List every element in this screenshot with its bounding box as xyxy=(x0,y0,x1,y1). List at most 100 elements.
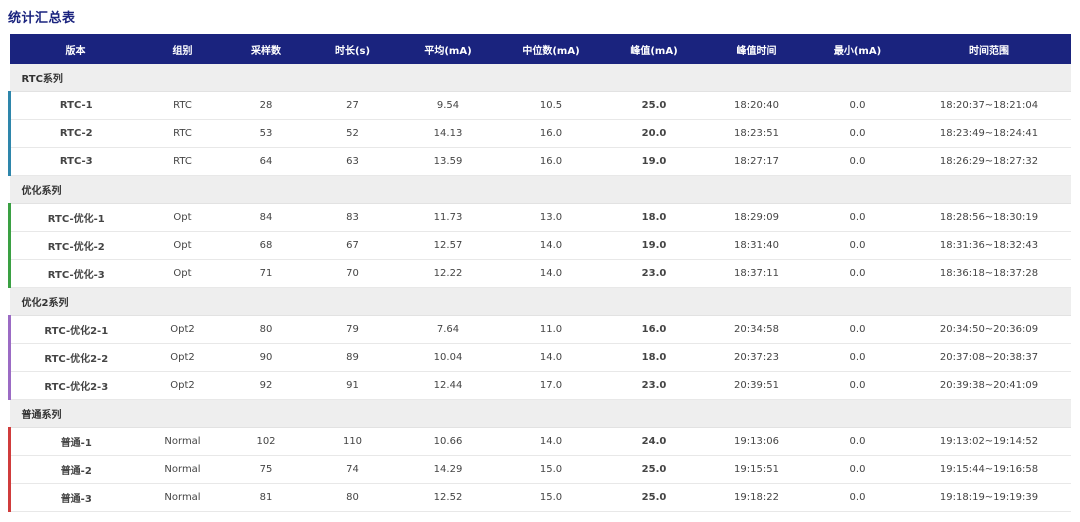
cell-median: 15.0 xyxy=(499,455,603,484)
group-header-row: 优化2系列 xyxy=(9,287,1071,316)
col-header-duration[interactable]: 时长(s) xyxy=(308,34,397,64)
cell-range: 18:36:18~18:37:28 xyxy=(907,259,1071,288)
cell-group: Normal xyxy=(141,483,224,512)
cell-median: 16.0 xyxy=(499,119,603,148)
cell-avg: 14.13 xyxy=(396,119,500,148)
col-header-version[interactable]: 版本 xyxy=(9,34,142,64)
cell-group: Opt xyxy=(141,231,224,260)
cell-samples: 90 xyxy=(223,343,309,372)
table-row[interactable]: RTC-3 RTC 64 63 13.59 16.0 19.0 18:27:17 0.0 18:2… xyxy=(8,147,1071,176)
cell-peak-time: 20:37:23 xyxy=(705,343,808,372)
table-row[interactable]: RTC-优化-1 Opt 84 83 11.73 13.0 18.0 18:29:09 0.0 1… xyxy=(8,203,1071,232)
cell-peak: 24.0 xyxy=(602,427,706,456)
cell-min: 0.0 xyxy=(807,259,908,288)
table-row[interactable]: RTC-优化-3 Opt 71 70 12.22 14.0 23.0 18:37:11 0.0 1… xyxy=(8,259,1071,288)
cell-samples: 75 xyxy=(223,455,309,484)
cell-median: 10.5 xyxy=(499,91,603,120)
cell-peak: 25.0 xyxy=(602,455,706,484)
cell-avg: 10.04 xyxy=(396,343,500,372)
col-header-range[interactable]: 时间范围 xyxy=(907,34,1071,64)
cell-version: RTC-优化-1 xyxy=(8,203,142,232)
cell-peak-time: 18:31:40 xyxy=(705,231,808,260)
cell-duration: 83 xyxy=(308,203,397,232)
cell-group: Opt xyxy=(141,203,224,232)
table-row[interactable]: 普通-1 Normal 102 110 10.66 14.0 24.0 19:13:06 0.0… xyxy=(8,427,1071,456)
cell-samples: 68 xyxy=(223,231,309,260)
cell-peak: 25.0 xyxy=(602,91,706,120)
group-header-row: RTC系列 xyxy=(9,64,1071,92)
cell-group: RTC xyxy=(141,147,224,176)
cell-range: 18:20:37~18:21:04 xyxy=(907,91,1071,120)
col-header-avg[interactable]: 平均(mA) xyxy=(396,34,500,64)
cell-samples: 102 xyxy=(223,427,309,456)
cell-min: 0.0 xyxy=(807,371,908,400)
cell-min: 0.0 xyxy=(807,483,908,512)
cell-duration: 79 xyxy=(308,315,397,344)
table-row[interactable]: RTC-1 RTC 28 27 9.54 10.5 25.0 18:20:40 0.0 18:20… xyxy=(8,91,1071,120)
table-body: RTC系列 RTC-1 RTC 28 27 9.54 10.5 25.0 18:20:40 0.0… xyxy=(8,64,1071,512)
cell-min: 0.0 xyxy=(807,455,908,484)
cell-avg: 7.64 xyxy=(396,315,500,344)
cell-version: RTC-优化-2 xyxy=(8,231,142,260)
group-header-row: 优化系列 xyxy=(9,175,1071,204)
table-row[interactable]: RTC-优化-2 Opt 68 67 12.57 14.0 19.0 18:31:40 0.0 1… xyxy=(8,231,1071,260)
cell-peak-time: 18:37:11 xyxy=(705,259,808,288)
cell-min: 0.0 xyxy=(807,119,908,148)
group-title: 优化系列 xyxy=(9,175,1071,204)
group-title: 优化2系列 xyxy=(9,287,1071,316)
group-title: RTC系列 xyxy=(9,64,1071,92)
cell-duration: 70 xyxy=(308,259,397,288)
cell-version: 普通-3 xyxy=(8,483,142,512)
col-header-samples[interactable]: 采样数 xyxy=(223,34,309,64)
cell-avg: 12.57 xyxy=(396,231,500,260)
cell-min: 0.0 xyxy=(807,343,908,372)
cell-peak-time: 18:23:51 xyxy=(705,119,808,148)
table-row[interactable]: RTC-优化2-2 Opt2 90 89 10.04 14.0 18.0 20:37:23 0.… xyxy=(8,343,1071,372)
cell-version: RTC-优化2-1 xyxy=(8,315,142,344)
cell-min: 0.0 xyxy=(807,315,908,344)
cell-median: 14.0 xyxy=(499,231,603,260)
cell-median: 11.0 xyxy=(499,315,603,344)
cell-duration: 89 xyxy=(308,343,397,372)
cell-avg: 11.73 xyxy=(396,203,500,232)
page-title: 统计汇总表 xyxy=(8,11,76,26)
cell-samples: 53 xyxy=(223,119,309,148)
cell-peak-time: 18:20:40 xyxy=(705,91,808,120)
cell-peak: 18.0 xyxy=(602,203,706,232)
cell-peak: 20.0 xyxy=(602,119,706,148)
group-header-row: 普通系列 xyxy=(9,399,1071,428)
cell-median: 14.0 xyxy=(499,343,603,372)
cell-group: Normal xyxy=(141,427,224,456)
cell-duration: 110 xyxy=(308,427,397,456)
cell-version: RTC-优化2-3 xyxy=(8,371,142,400)
cell-min: 0.0 xyxy=(807,427,908,456)
table-row[interactable]: RTC-优化2-1 Opt2 80 79 7.64 11.0 16.0 20:34:58 0.0… xyxy=(8,315,1071,344)
cell-range: 18:28:56~18:30:19 xyxy=(907,203,1071,232)
cell-median: 13.0 xyxy=(499,203,603,232)
cell-duration: 52 xyxy=(308,119,397,148)
cell-peak-time: 18:29:09 xyxy=(705,203,808,232)
col-header-peak-time[interactable]: 峰值时间 xyxy=(705,34,808,64)
cell-peak-time: 20:39:51 xyxy=(705,371,808,400)
col-header-group[interactable]: 组别 xyxy=(141,34,224,64)
table-row[interactable]: RTC-优化2-3 Opt2 92 91 12.44 17.0 23.0 20:39:51 0.… xyxy=(8,371,1071,400)
cell-peak-time: 18:27:17 xyxy=(705,147,808,176)
col-header-median[interactable]: 中位数(mA) xyxy=(499,34,603,64)
cell-avg: 12.52 xyxy=(396,483,500,512)
cell-median: 17.0 xyxy=(499,371,603,400)
cell-median: 16.0 xyxy=(499,147,603,176)
cell-group: RTC xyxy=(141,91,224,120)
cell-duration: 63 xyxy=(308,147,397,176)
cell-range: 19:18:19~19:19:39 xyxy=(907,483,1071,512)
table-row[interactable]: 普通-2 Normal 75 74 14.29 15.0 25.0 19:15:51 0.0 19… xyxy=(8,455,1071,484)
table-row[interactable]: 普通-3 Normal 81 80 12.52 15.0 25.0 19:18:22 0.0 19… xyxy=(8,483,1071,512)
cell-peak-time: 19:13:06 xyxy=(705,427,808,456)
table-row[interactable]: RTC-2 RTC 53 52 14.13 16.0 20.0 18:23:51 0.0 18:2… xyxy=(8,119,1071,148)
cell-samples: 92 xyxy=(223,371,309,400)
group-title: 普通系列 xyxy=(9,399,1071,428)
cell-group: Normal xyxy=(141,455,224,484)
col-header-min[interactable]: 最小(mA) xyxy=(807,34,908,64)
col-header-peak[interactable]: 峰值(mA) xyxy=(602,34,706,64)
cell-samples: 71 xyxy=(223,259,309,288)
cell-group: RTC xyxy=(141,119,224,148)
